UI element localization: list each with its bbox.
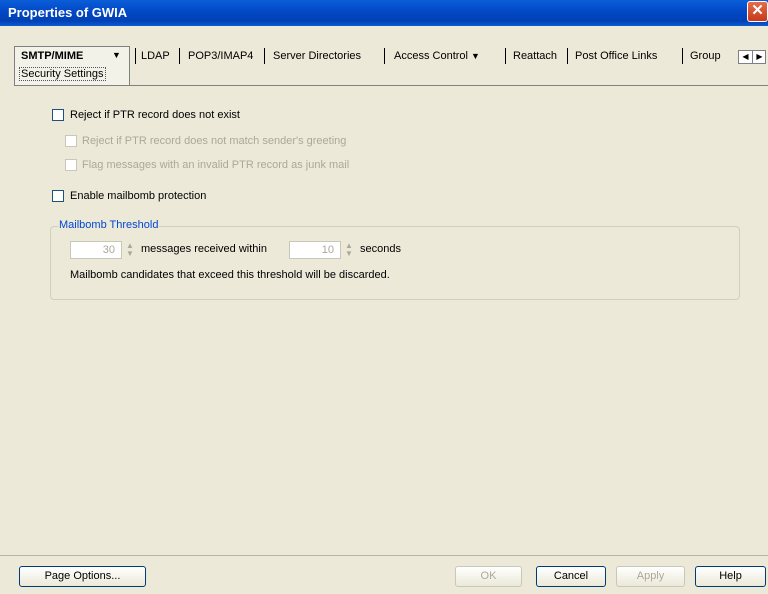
messages-spinner[interactable]: ▲ ▼ <box>124 242 136 258</box>
mailbomb-threshold-title: Mailbomb Threshold <box>58 219 160 231</box>
close-icon: ✕ <box>751 2 764 19</box>
enable-mailbomb-label: Enable mailbomb protection <box>70 190 207 202</box>
flag-invalid-ptr-checkbox[interactable] <box>65 159 77 171</box>
tab-dropdown-arrow-icon[interactable]: ▼ <box>471 51 480 61</box>
tab-separator <box>179 48 180 64</box>
cancel-button[interactable]: Cancel <box>536 566 606 587</box>
scroll-right-icon[interactable]: ▶ <box>752 51 766 63</box>
tab-access-control[interactable]: Access Control ▼ <box>394 47 480 65</box>
messages-count-value: 30 <box>102 244 115 256</box>
mailbomb-threshold-group <box>50 226 740 300</box>
ok-button[interactable]: OK <box>455 566 522 587</box>
seconds-label: seconds <box>360 243 401 255</box>
reject-ptr-checkbox[interactable] <box>52 109 64 121</box>
tab-server-directories[interactable]: Server Directories <box>273 47 361 65</box>
apply-button[interactable]: Apply <box>616 566 685 587</box>
tab-post-office-links[interactable]: Post Office Links <box>575 47 657 65</box>
tab-group[interactable]: Group <box>690 47 734 65</box>
tab-ldap[interactable]: LDAP <box>141 47 170 65</box>
seconds-input[interactable]: 10 <box>289 241 341 259</box>
mailbomb-note: Mailbomb candidates that exceed this thr… <box>70 269 390 281</box>
enable-mailbomb-checkbox[interactable] <box>52 190 64 202</box>
properties-panel <box>14 85 768 556</box>
reject-ptr-mismatch-label: Reject if PTR record does not match send… <box>82 135 347 147</box>
tab-separator <box>682 48 683 64</box>
reject-ptr-label: Reject if PTR record does not exist <box>70 109 240 121</box>
tab-smtp-mime-label: SMTP/MIME <box>21 50 84 62</box>
flag-invalid-ptr-label: Flag messages with an invalid PTR record… <box>82 159 350 171</box>
close-button[interactable]: ✕ <box>747 1 768 22</box>
subtab-security-settings[interactable]: Security Settings <box>19 67 106 81</box>
title-bar: Properties of GWIA ✕ <box>0 0 768 26</box>
messages-received-label: messages received within <box>141 243 267 255</box>
tab-separator <box>567 48 568 64</box>
tab-access-control-label: Access Control <box>394 50 468 62</box>
messages-count-input[interactable]: 30 <box>70 241 122 259</box>
seconds-value: 10 <box>321 244 334 256</box>
tab-scroll-buttons: ◀ ▶ <box>738 50 766 64</box>
tab-pop3-imap4[interactable]: POP3/IMAP4 <box>188 47 253 65</box>
tab-separator <box>264 48 265 64</box>
tab-reattach[interactable]: Reattach <box>513 47 557 65</box>
seconds-spinner[interactable]: ▲ ▼ <box>343 242 355 258</box>
scroll-left-icon[interactable]: ◀ <box>739 51 752 63</box>
tab-dropdown-arrow-icon[interactable]: ▼ <box>112 50 121 60</box>
tab-separator <box>505 48 506 64</box>
page-options-button[interactable]: Page Options... <box>19 566 146 587</box>
tab-smtp-mime[interactable]: SMTP/MIME ▼ Security Settings <box>14 46 130 86</box>
reject-ptr-mismatch-checkbox[interactable] <box>65 135 77 147</box>
window-title: Properties of GWIA <box>8 5 128 20</box>
tab-separator <box>384 48 385 64</box>
tab-separator <box>135 48 136 64</box>
help-button[interactable]: Help <box>695 566 766 587</box>
